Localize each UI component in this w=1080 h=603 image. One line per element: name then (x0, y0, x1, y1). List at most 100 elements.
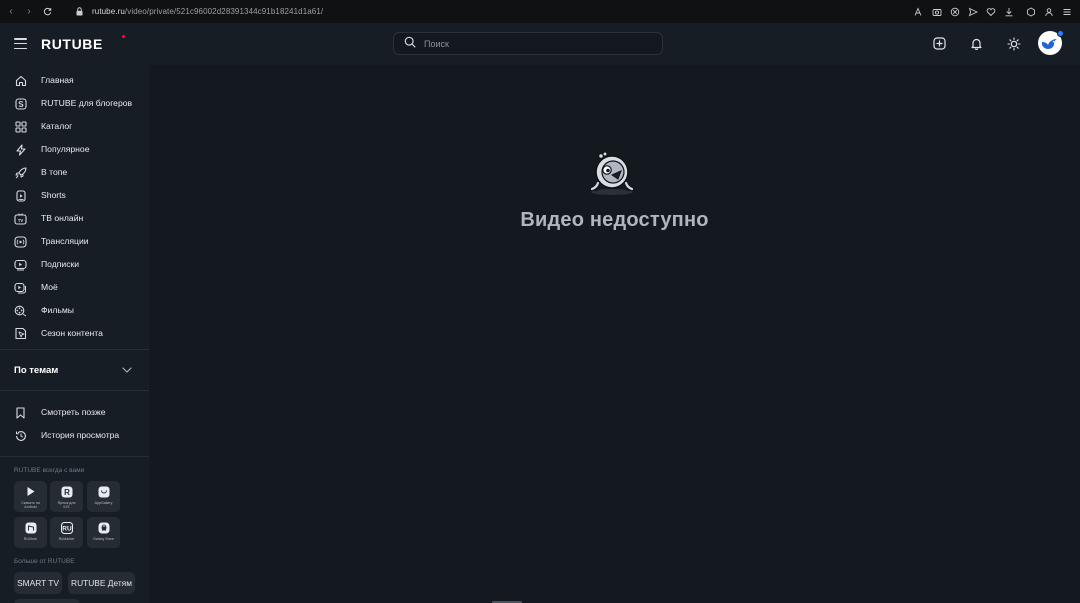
sidebar-item-subscriptions[interactable]: Подписки (0, 253, 149, 276)
hamburger-menu-icon[interactable] (14, 38, 27, 49)
sidebar-item-watch-later[interactable]: Смотреть позже (0, 401, 149, 424)
topics-heading[interactable]: По темам (14, 365, 58, 376)
profile-icon[interactable] (1043, 6, 1054, 17)
sidebar-item-content-season[interactable]: Сезон контента (0, 322, 149, 345)
forward-button[interactable]: › (20, 0, 38, 23)
season-icon (14, 327, 27, 340)
extensions-icon[interactable] (1025, 6, 1036, 17)
sidebar-item-my[interactable]: Моё (0, 276, 149, 299)
app-tile-rumarket[interactable]: RU RuMarket (50, 517, 83, 548)
app-tile-label: Galaxy Store (93, 537, 114, 541)
block-icon[interactable] (949, 6, 960, 17)
tv-icon: TV (14, 212, 27, 225)
broadcast-icon (14, 235, 27, 248)
lock-icon (74, 7, 84, 16)
broken-video-mascot-icon (590, 151, 634, 195)
sidebar-item-bloggers[interactable]: RUTUBE для блогеров (0, 92, 149, 115)
camera-icon[interactable] (931, 6, 942, 17)
app-tile-label: RuMarket (58, 537, 75, 541)
main-content: Видео недоступно (149, 65, 1080, 603)
sidebar-divider (0, 456, 149, 457)
sidebar-item-history[interactable]: История просмотра (0, 424, 149, 447)
menu-icon[interactable] (1061, 6, 1072, 17)
sidebar-item-label: Shorts (41, 190, 66, 200)
svg-text:R: R (64, 488, 70, 497)
rustore-icon (24, 521, 37, 534)
back-button[interactable]: ‹ (2, 0, 20, 23)
translate-icon[interactable] (913, 6, 924, 17)
films-icon (14, 304, 27, 317)
partial-pill[interactable] (14, 599, 80, 603)
notifications-bell-icon[interactable] (969, 36, 984, 51)
sidebar-item-shorts[interactable]: Shorts (0, 184, 149, 207)
bloggers-icon (14, 97, 27, 110)
site-header: RUTUBE (0, 23, 1080, 65)
apps-caption: RUTUBE всегда с вами (14, 467, 85, 474)
google-play-icon (24, 485, 37, 498)
url-path: /video/private/521c96002d28391344c91b182… (124, 7, 324, 16)
sidebar-item-broadcasts[interactable]: Трансляции (0, 230, 149, 253)
svg-text:RU: RU (62, 525, 72, 532)
sidebar-item-label: Каталог (41, 121, 73, 131)
app-tile-ios[interactable]: R Ярлык для iOS (50, 481, 83, 512)
more-caption: Больше от RUTUBE (14, 558, 75, 565)
upload-video-icon[interactable] (932, 36, 947, 51)
sidebar-item-label: Популярное (41, 144, 90, 154)
user-avatar[interactable] (1038, 30, 1064, 55)
sidebar-item-label: Моё (41, 282, 58, 292)
bird-avatar-icon (1042, 39, 1057, 49)
sidebar-item-catalog[interactable]: Каталог (0, 115, 149, 138)
download-icon[interactable] (1003, 6, 1014, 17)
sidebar-item-label: В топе (41, 167, 68, 177)
video-unavailable-message: Видео недоступно (520, 209, 709, 231)
app-tile-label: RuStore (23, 537, 38, 541)
subscriptions-icon (14, 258, 27, 271)
chevron-down-icon[interactable] (121, 364, 133, 376)
search-box[interactable] (393, 32, 663, 55)
app-tile-android[interactable]: Скачать на Android (14, 481, 47, 512)
sidebar-item-label: ТВ онлайн (41, 213, 84, 223)
address-bar[interactable]: rutube.ru/video/private/521c96002d283913… (92, 7, 323, 16)
app-tile-galaxy-store[interactable]: Galaxy Store (87, 517, 120, 548)
sidebar-item-label: Главная (41, 75, 74, 85)
send-icon[interactable] (967, 6, 978, 17)
catalog-icon (14, 120, 27, 133)
sidebar-item-label: Фильмы (41, 305, 74, 315)
sidebar-item-label: RUTUBE для блогеров (41, 98, 133, 108)
rocket-icon (14, 166, 27, 179)
sidebar-item-label: Трансляции (41, 236, 89, 246)
rutube-logo[interactable]: RUTUBE (41, 36, 103, 52)
rumarket-icon: RU (60, 521, 73, 534)
sidebar: Главная RUTUBE для блогеров Каталог Попу… (0, 65, 149, 603)
sidebar-divider (0, 390, 149, 391)
sidebar-item-tv-online[interactable]: TV ТВ онлайн (0, 207, 149, 230)
theme-toggle-sun-icon[interactable] (1006, 36, 1021, 51)
reload-button[interactable] (38, 0, 56, 23)
shorts-icon (14, 189, 27, 202)
smart-tv-button[interactable]: SMART TV (14, 572, 62, 594)
my-icon (14, 281, 27, 294)
galaxy-store-icon (97, 521, 110, 534)
app-tile-label: AppGallery (94, 501, 113, 505)
browser-toolbar: ‹ › rutube.ru/video/private/521c96002d28… (0, 0, 1080, 23)
search-icon (404, 35, 416, 53)
sidebar-item-label: Подписки (41, 259, 80, 269)
svg-text:TV: TV (18, 217, 24, 222)
lightning-icon (14, 143, 27, 156)
sidebar-item-popular[interactable]: Популярное (0, 138, 149, 161)
sidebar-item-label: Смотреть позже (41, 407, 106, 417)
logo-dot (122, 35, 125, 38)
app-tile-label: Скачать на Android (21, 501, 40, 509)
sidebar-item-top[interactable]: В топе (0, 161, 149, 184)
heart-icon[interactable] (985, 6, 996, 17)
sidebar-item-home[interactable]: Главная (0, 69, 149, 92)
avatar-notification-badge (1057, 30, 1064, 37)
app-tile-appgallery[interactable]: AppGallery (87, 481, 120, 512)
bookmark-icon (14, 406, 27, 419)
sidebar-item-films[interactable]: Фильмы (0, 299, 149, 322)
search-input[interactable] (424, 38, 644, 49)
url-domain: rutube.ru (92, 7, 125, 16)
rutube-kids-button[interactable]: RUTUBE Детям (68, 572, 135, 594)
sidebar-item-label: Сезон контента (41, 328, 103, 338)
app-tile-rustore[interactable]: RuStore (14, 517, 47, 548)
